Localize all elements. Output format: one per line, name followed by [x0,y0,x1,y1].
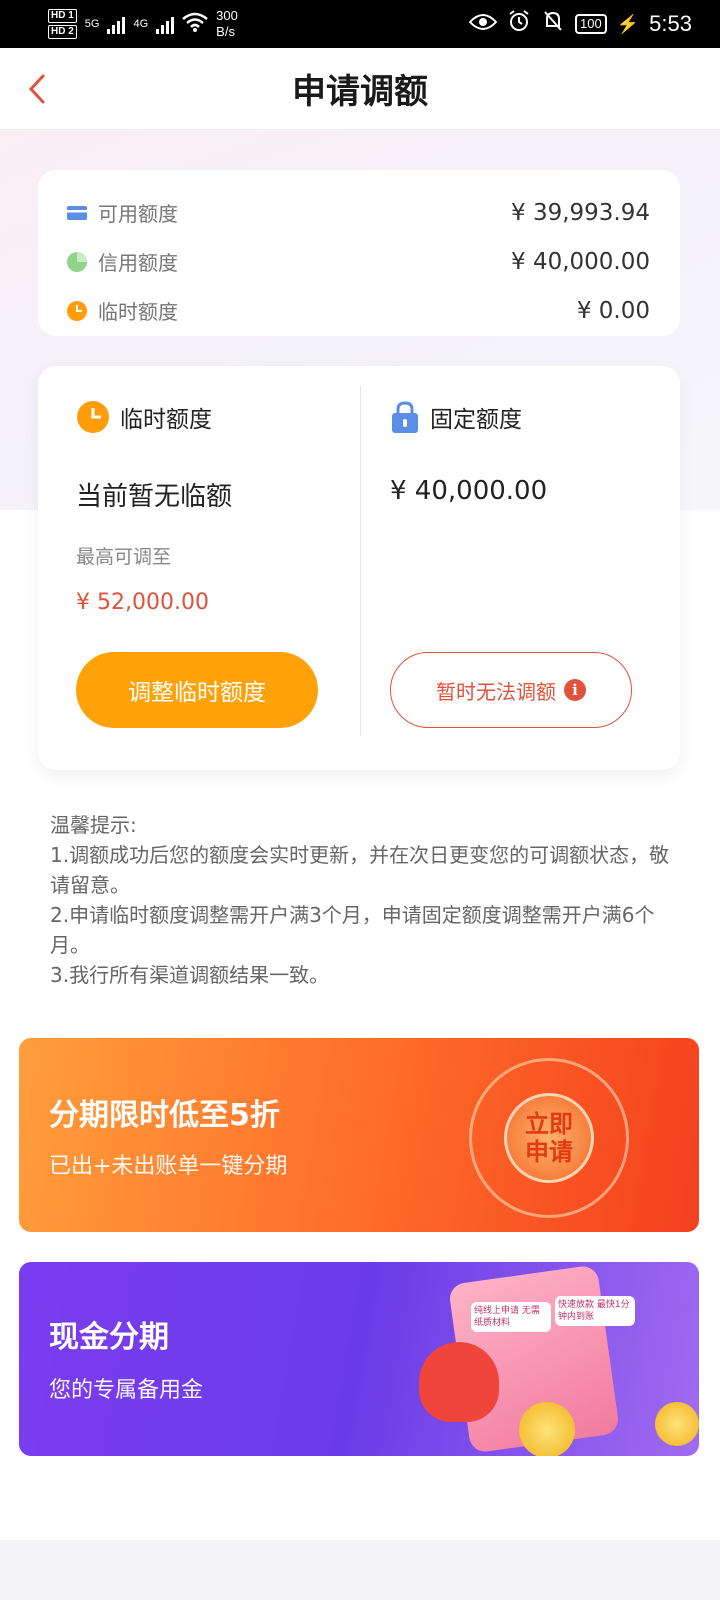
limit-summary-card: 可用额度 ¥ 39,993.94 信用额度 ¥ 40,000.00 临时额度 ¥… [38,170,680,336]
max-adjust-label: 最高可调至 [76,546,172,568]
mute-bell-icon [541,9,565,39]
cannot-adjust-button[interactable]: 暂时无法调额 i [390,652,632,728]
temp-limit-row: 临时额度 ¥ 0.00 [66,286,650,335]
clock-icon [67,300,87,321]
clock-time: 5:53 [649,11,692,36]
clock-icon [77,401,109,433]
available-limit-row: 可用额度 ¥ 39,993.94 [66,188,650,237]
available-limit-value: ¥ 39,993.94 [511,199,650,226]
temp-limit-status: 当前暂无临额 [76,482,233,512]
cash-banner-title: 现金分期 [49,1320,169,1355]
credit-limit-value: ¥ 40,000.00 [511,248,650,275]
mascot-illustration [419,1342,499,1422]
hd1-indicator: HD 1 [48,9,77,23]
signal-5g-label: 5G [84,18,100,30]
temp-limit-label: 临时额度 [98,300,178,324]
credit-limit-label: 信用额度 [98,251,178,275]
cash-banner-subtitle: 您的专属备用金 [49,1378,204,1403]
installment-promo-banner[interactable]: 分期限时低至5折 已出+未出账单一键分期 立即申请 [19,1038,699,1232]
apply-now-stamp[interactable]: 立即申请 [469,1058,629,1218]
coin-icon [655,1402,699,1446]
credit-limit-row: 信用额度 ¥ 40,000.00 [66,237,650,286]
fixed-limit-column: 固定额度 ¥ 40,000.00 暂时无法调额 i [360,366,680,770]
eye-icon [468,11,498,37]
hd2-indicator: HD 2 [48,25,77,39]
card-icon [67,205,87,220]
adjust-limit-card: 临时额度 当前暂无临额 最高可调至 ¥ 52,000.00 调整临时额度 固定额… [38,366,680,770]
temp-limit-heading: 临时额度 [120,407,212,433]
cash-installment-banner[interactable]: 现金分期 您的专属备用金 纯线上申请 无需纸质材料 快速放款 最快1分钟内到账 [19,1262,699,1456]
chevron-left-icon [28,74,45,104]
net-speed: 300 B/s [216,8,238,39]
max-adjust-value: ¥ 52,000.00 [76,590,209,615]
pie-icon [67,251,87,272]
status-bar: HD 1 HD 2 5G 4G 300 B/s 100 ⚡ 5:53 [0,0,720,48]
page-title: 申请调额 [292,72,428,112]
temp-limit-column: 临时额度 当前暂无临额 最高可调至 ¥ 52,000.00 调整临时额度 [38,366,360,770]
signal-icon-2 [156,14,175,34]
info-icon[interactable]: i [564,679,586,701]
adjust-temp-limit-button[interactable]: 调整临时额度 [76,652,318,728]
fixed-limit-heading: 固定额度 [430,407,522,433]
coin-icon [519,1402,575,1456]
promo-tag-online: 纯线上申请 无需纸质材料 [471,1302,551,1332]
available-limit-label: 可用额度 [98,202,178,226]
fixed-limit-value: ¥ 40,000.00 [390,476,548,506]
apply-now-label: 立即申请 [525,1110,573,1166]
top-nav-bar: 申请调额 [0,48,720,130]
promo-tag-fast: 快速放款 最快1分钟内到账 [555,1296,635,1326]
signal-4g-label: 4G [133,18,149,30]
tips-section: 温馨提示: 1.调额成功后您的额度会实时更新，并在次日更变您的可调额状态，敬请留… [50,810,680,990]
tip-item: 3.我行所有渠道调额结果一致。 [50,963,330,987]
tips-title: 温馨提示: [50,813,137,837]
bottom-strip [0,1540,720,1600]
temp-limit-value: ¥ 0.00 [576,297,650,324]
installment-banner-title: 分期限时低至5折 [49,1098,280,1133]
tip-item: 1.调额成功后您的额度会实时更新，并在次日更变您的可调额状态，敬请留意。 [50,843,670,897]
charging-icon: ⚡ [616,13,640,34]
lock-icon [392,401,418,433]
cannot-adjust-label: 暂时无法调额 [436,679,556,704]
tip-item: 2.申请临时额度调整需开户满3个月，申请固定额度调整需开户满6个月。 [50,903,655,957]
signal-icon [107,14,126,34]
wifi-icon [182,12,208,37]
battery-icon: 100 [575,14,607,34]
installment-banner-subtitle: 已出+未出账单一键分期 [49,1154,288,1179]
back-button[interactable] [22,72,52,106]
alarm-icon [507,9,531,39]
